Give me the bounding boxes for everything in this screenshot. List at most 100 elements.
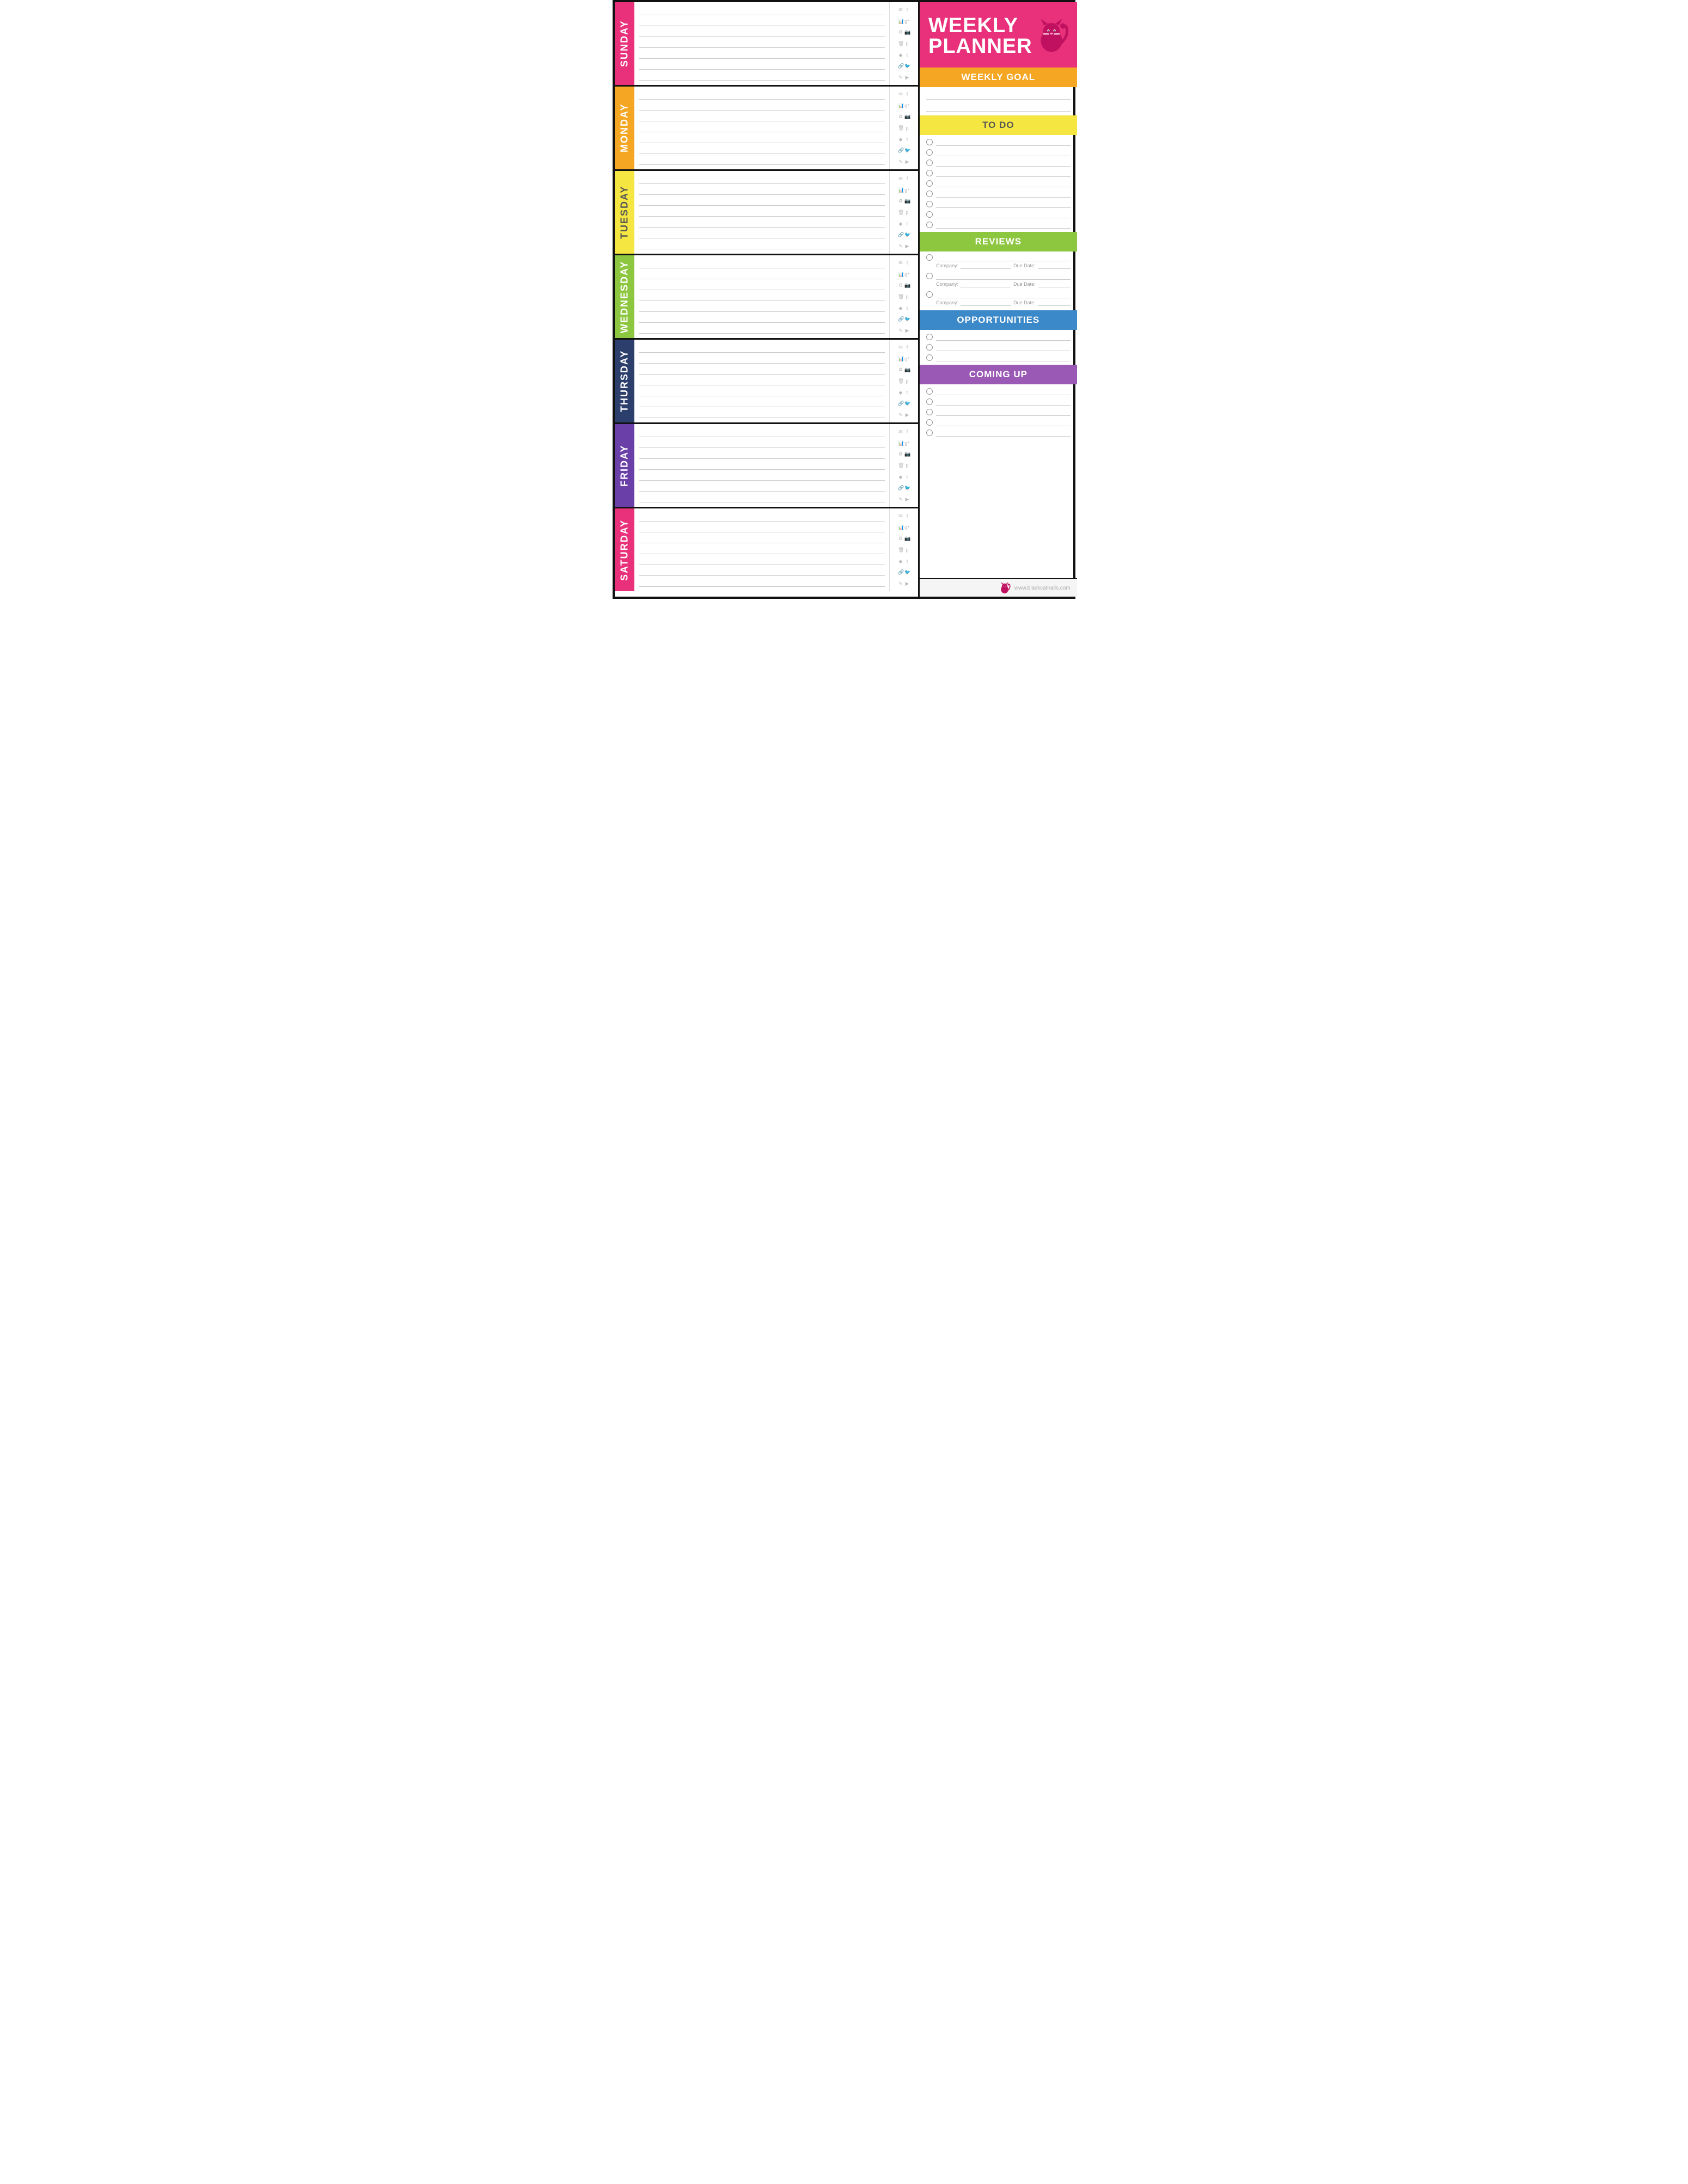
- edit-icon: ✎: [898, 159, 903, 164]
- checkbox-circle[interactable]: [926, 273, 933, 279]
- facebook-icon: f: [904, 7, 910, 13]
- social-row: 🗑p: [898, 463, 910, 468]
- review-line: [936, 291, 1071, 298]
- due-label: Due Date:: [1013, 263, 1036, 268]
- checkbox-circle[interactable]: [926, 388, 933, 395]
- edit-icon: ✎: [898, 328, 903, 333]
- checkbox-circle[interactable]: [926, 180, 933, 187]
- recycle-icon: ♻: [898, 114, 903, 119]
- recycle-icon: ♻: [898, 536, 903, 541]
- coming-up-item: [926, 428, 1071, 438]
- footer-bar: www.blackcatnails.com: [920, 578, 1077, 597]
- review-meta: Company: Due Date:: [926, 262, 1071, 269]
- checkbox-circle[interactable]: [926, 211, 933, 218]
- line: [639, 156, 885, 165]
- gplus-icon: g⁺: [904, 440, 910, 446]
- checkbox-circle[interactable]: [926, 254, 933, 261]
- company-field: [961, 262, 1011, 269]
- line: [639, 535, 885, 543]
- youtube-icon: ▶: [904, 328, 910, 333]
- social-row: ♻📷: [898, 451, 910, 457]
- checkbox-circle[interactable]: [926, 419, 933, 426]
- social-row: 🗑p: [898, 210, 910, 215]
- checkbox-circle[interactable]: [926, 430, 933, 436]
- gplus-icon: g⁺: [904, 272, 910, 277]
- social-row: 🔗🐦: [898, 148, 910, 153]
- todo-line: [936, 149, 1071, 156]
- company-field: [961, 281, 1011, 287]
- link-icon: 🔗: [898, 148, 903, 153]
- checkbox-circle[interactable]: [926, 354, 933, 361]
- social-row: ◆t: [898, 559, 910, 564]
- facebook-icon: f: [904, 91, 910, 97]
- footer-website: www.blackcatnails.com: [1014, 585, 1071, 591]
- social-row: 📊g⁺: [898, 356, 910, 361]
- reviews-header: REVIEWS: [920, 232, 1077, 251]
- line: [639, 260, 885, 268]
- opportunities-title: OPPORTUNITIES: [957, 315, 1039, 326]
- youtube-icon: ▶: [904, 159, 910, 164]
- wednesday-social: ✉f 📊g⁺ ♻📷 🗑p ◆t 🔗🐦 ✎▶: [890, 255, 918, 338]
- checkbox-circle[interactable]: [926, 344, 933, 351]
- checkbox-circle[interactable]: [926, 201, 933, 207]
- facebook-icon: f: [904, 176, 910, 181]
- link-icon: 🔗: [898, 401, 903, 406]
- monday-label: MONDAY: [615, 87, 634, 169]
- link-icon: 🔗: [898, 232, 903, 237]
- line: [639, 494, 885, 502]
- coming-up-item: [926, 407, 1071, 417]
- saturday-block: SATURDAY ✉f 📊g⁺ ♻📷 🗑p ◆t 🔗🐦 ✎▶: [615, 508, 918, 591]
- line: [639, 7, 885, 15]
- thursday-social: ✉f 📊g⁺ ♻📷 🗑p ◆t 🔗🐦 ✎▶: [890, 340, 918, 422]
- todo-item: [926, 210, 1071, 219]
- coming-up-header: COMING UP: [920, 365, 1077, 384]
- checkbox-circle[interactable]: [926, 291, 933, 298]
- review-line: [936, 254, 1071, 261]
- checkbox-circle[interactable]: [926, 149, 933, 156]
- review-top: [926, 272, 1071, 280]
- social-row: ◆t: [898, 52, 910, 58]
- line: [639, 567, 885, 576]
- twitter-icon: 🐦: [904, 148, 910, 153]
- social-row: ◆t: [898, 390, 910, 395]
- line: [639, 377, 885, 385]
- edit-icon: ✎: [898, 412, 903, 418]
- line: [639, 230, 885, 238]
- gplus-icon: g⁺: [904, 525, 910, 530]
- facebook-icon: f: [904, 429, 910, 434]
- line: [639, 344, 885, 353]
- tumblr-icon: t: [904, 474, 910, 480]
- line: [639, 241, 885, 249]
- line: [639, 28, 885, 37]
- checkbox-circle[interactable]: [926, 159, 933, 166]
- link-icon: 🔗: [898, 485, 903, 490]
- saturday-label: SATURDAY: [615, 508, 634, 591]
- weekly-goal-title: WEEKLY GOAL: [962, 72, 1036, 83]
- social-row: ◆t: [898, 221, 910, 226]
- checkbox-circle[interactable]: [926, 398, 933, 405]
- checkbox-circle[interactable]: [926, 139, 933, 145]
- goal-line: [926, 103, 1071, 112]
- diamond-icon: ◆: [898, 52, 903, 58]
- checkbox-circle[interactable]: [926, 170, 933, 176]
- line: [639, 219, 885, 228]
- checkbox-circle[interactable]: [926, 334, 933, 340]
- monday-block: MONDAY ✉f 📊g⁺ ♻📷 🗑p ◆t 🔗🐦 ✎▶: [615, 87, 918, 171]
- checkbox-circle[interactable]: [926, 222, 933, 228]
- email-icon: ✉: [898, 91, 903, 97]
- checkbox-circle[interactable]: [926, 191, 933, 197]
- todo-line: [936, 221, 1071, 229]
- saturday-social: ✉f 📊g⁺ ♻📷 🗑p ◆t 🔗🐦 ✎▶: [890, 508, 918, 591]
- coming-up-line: [936, 408, 1071, 416]
- coming-up-line: [936, 429, 1071, 437]
- todo-line: [936, 159, 1071, 167]
- opportunity-line: [936, 354, 1071, 361]
- social-row: 🗑p: [898, 547, 910, 553]
- social-row: ✉f: [898, 7, 910, 13]
- checkbox-circle[interactable]: [926, 409, 933, 415]
- social-row: 🗑p: [898, 41, 910, 46]
- social-row: ✉f: [898, 91, 910, 97]
- delete-icon: 🗑: [898, 294, 903, 299]
- delete-icon: 🗑: [898, 547, 903, 553]
- opportunity-line: [936, 343, 1071, 351]
